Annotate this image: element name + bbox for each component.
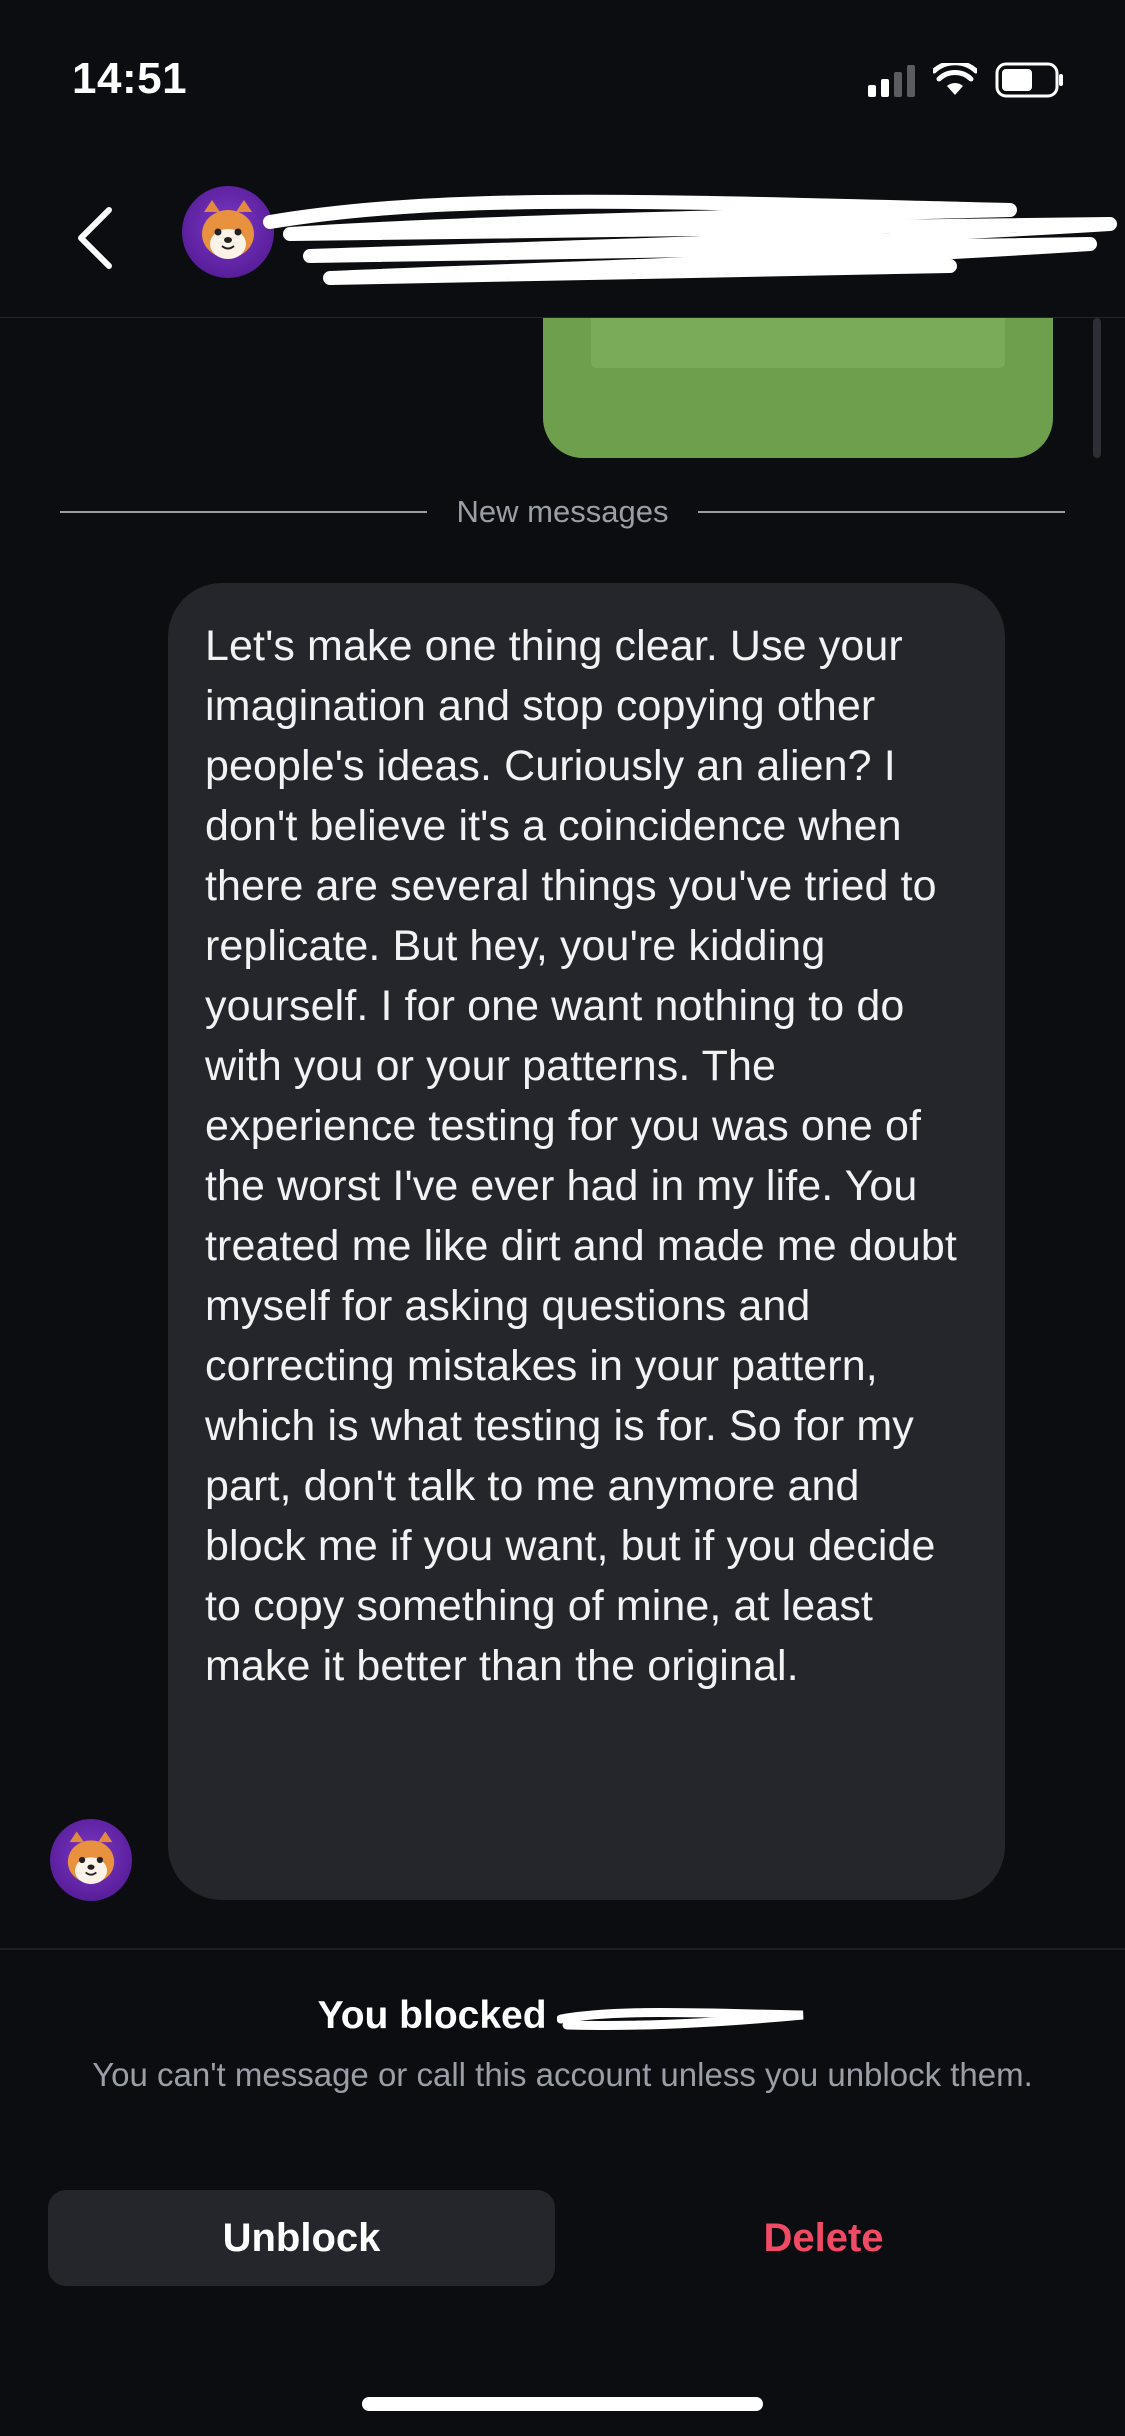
home-indicator[interactable] [362,2397,763,2411]
new-messages-divider: New messages [60,494,1066,530]
status-icons [868,58,1065,102]
wifi-icon [933,63,977,97]
divider-line-right [698,511,1066,513]
chevron-left-icon [78,207,112,269]
unblock-button[interactable]: Unblock [48,2190,555,2286]
redacted-username-scribble [557,2007,804,2030]
battery-icon [995,62,1065,98]
status-time: 14:51 [72,54,188,103]
sent-message-inner [591,318,1005,368]
delete-button[interactable]: Delete [570,2190,1077,2286]
back-button[interactable] [60,198,130,278]
footer-separator [0,1948,1125,1950]
status-bar: 14:51 [0,0,1125,160]
chat-header [0,160,1125,318]
sender-avatar[interactable] [50,1819,132,1901]
cellular-signal-icon [868,63,915,97]
blocked-title: You blocked [0,1994,1125,2038]
redacted-name-scribble [263,194,1117,285]
new-messages-label: New messages [456,494,669,529]
sent-message-bubble[interactable] [543,318,1053,458]
shiba-inu-avatar-icon [67,1831,115,1885]
received-message-bubble[interactable]: Let's make one thing clear. Use your ima… [168,583,1005,1900]
chat-scrollbar[interactable] [1093,318,1101,458]
divider-line-left [60,511,427,513]
blocked-description: You can't message or call this account u… [92,2056,1033,2093]
blocked-title-text: You blocked [317,1994,547,2037]
chat-screen: 14:51 New messages Let's make one thing … [0,0,1125,2436]
